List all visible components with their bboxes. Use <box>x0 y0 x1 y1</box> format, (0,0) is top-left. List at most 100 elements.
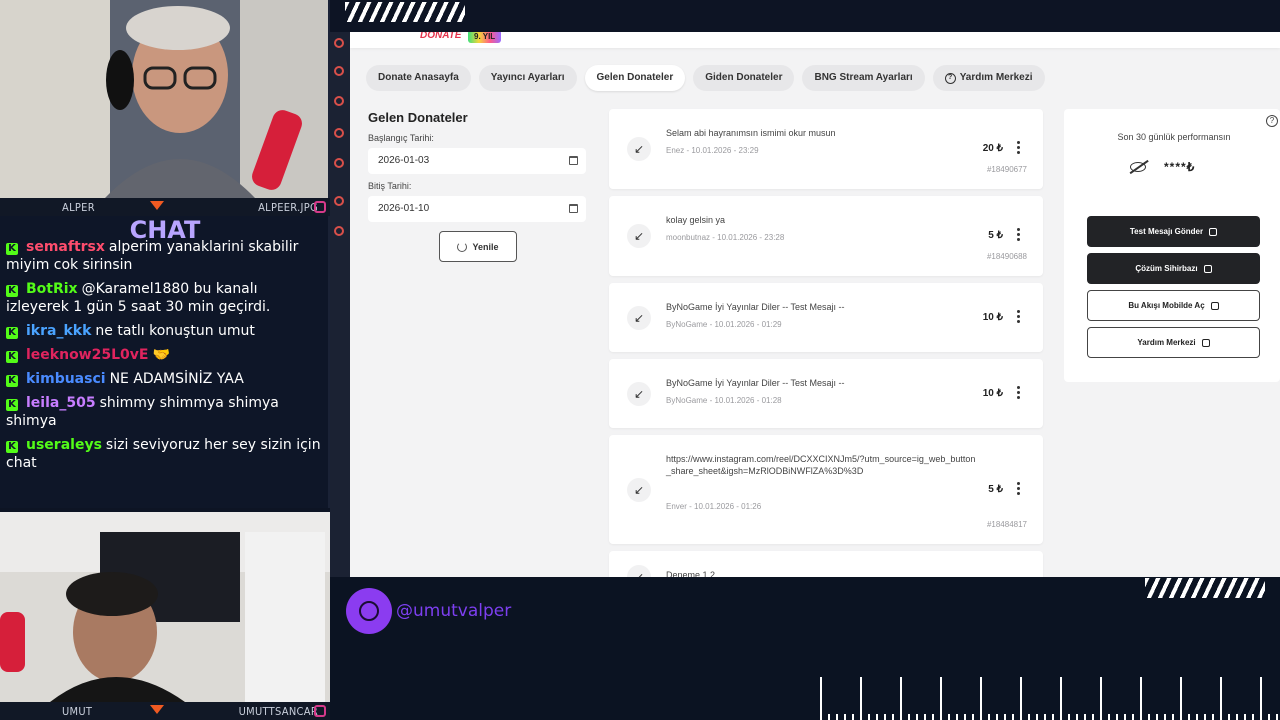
chat-username: leila_505 <box>26 395 96 411</box>
eye-off-icon[interactable] <box>1130 162 1146 172</box>
button-label: Çözüm Sihirbazı <box>1135 264 1198 273</box>
ruler-tick <box>1116 714 1118 720</box>
chat-message: Ksemaftrsx alperim yanaklarini skabilir m… <box>6 238 324 274</box>
end-date-value: 2026-01-10 <box>378 203 430 214</box>
donation-card[interactable]: ↙ https://www.instagram.com/reel/DCXXCIXN… <box>609 435 1043 544</box>
donation-message: Deneme 1 2 <box>666 570 716 577</box>
ruler-tick <box>1052 714 1054 720</box>
more-vertical-icon[interactable] <box>1017 385 1021 401</box>
more-vertical-icon[interactable] <box>1017 228 1021 243</box>
streamer-photo-bottom <box>0 512 330 702</box>
stripes-decoration <box>345 2 465 22</box>
test-mesaj-g-nder-button[interactable]: Test Mesajı Gönder <box>1087 216 1260 247</box>
kick-badge-icon: K <box>6 243 18 255</box>
cam-top-right-name: ALPEER.JPG <box>258 200 318 214</box>
start-date-input[interactable]: 2026-01-03 <box>368 148 586 174</box>
social-handle: @umutvalper <box>396 601 512 621</box>
ruler-tick <box>956 714 958 720</box>
ruler-tick <box>820 677 822 720</box>
year-badge: 9. YIL <box>468 32 502 43</box>
chat-text: ne tatlı konuştun umut <box>95 323 255 339</box>
chat-messages: Ksemaftrsx alperim yanaklarini skabilir m… <box>6 238 324 478</box>
donation-card[interactable]: ↙ Deneme 1 2 <box>609 551 1043 577</box>
sidebar-icon[interactable] <box>334 226 344 236</box>
ruler-tick <box>1020 677 1022 720</box>
donation-message: kolay gelsin ya <box>666 215 726 225</box>
sidebar-icon[interactable] <box>334 158 344 168</box>
incoming-arrow-icon: ↙ <box>627 381 651 406</box>
ruler-tick <box>1220 677 1222 720</box>
site-logo[interactable]: DONATE <box>420 32 461 41</box>
donation-card[interactable]: ↙ kolay gelsin ya moonbutnaz - 10.01.2026 … <box>609 196 1043 276</box>
ruler-tick <box>868 714 870 720</box>
send-icon <box>1209 227 1218 236</box>
incoming-arrow-icon: ↙ <box>627 305 651 330</box>
help-icon[interactable]: ? <box>1266 115 1278 127</box>
calendar-icon[interactable] <box>569 156 578 165</box>
browser-sidebar-strip <box>330 32 350 577</box>
sidebar-icon[interactable] <box>334 96 344 106</box>
ruler-tick <box>1148 714 1150 720</box>
donation-card[interactable]: ↙ ByNoGame İyi Yayınlar Diler -- Test Mes… <box>609 283 1043 352</box>
end-date-input[interactable]: 2026-01-10 <box>368 196 586 222</box>
chat-text: 🤝 <box>152 347 170 363</box>
start-date-value: 2026-01-03 <box>378 155 430 166</box>
chat-message: Kleeknow25L0vE 🤝 <box>6 346 324 364</box>
ruler-tick <box>1196 714 1198 720</box>
sidebar-icon[interactable] <box>334 38 344 48</box>
filter-panel: Gelen Donateler Başlangıç Tarihi: 2026-0… <box>368 110 588 262</box>
chat-username: kimbuasci <box>26 371 106 387</box>
tab-bng-stream-ayarlar-[interactable]: BNG Stream Ayarları <box>802 65 925 91</box>
donation-id: #18490688 <box>986 252 1027 261</box>
chat-username: semaftrsx <box>26 239 105 255</box>
ruler-tick <box>996 714 998 720</box>
ruler-tick <box>1100 677 1102 720</box>
more-vertical-icon[interactable] <box>1017 481 1021 497</box>
tab-giden-donateler[interactable]: Giden Donateler <box>693 65 795 91</box>
button-label: Yardım Merkezi <box>1137 338 1196 347</box>
tab-gelen-donateler[interactable]: Gelen Donateler <box>584 65 686 91</box>
kick-badge-icon: K <box>6 375 18 387</box>
donation-card[interactable]: ↙ ByNoGame İyi Yayınlar Diler -- Test Mes… <box>609 359 1043 428</box>
ruler-tick <box>988 714 990 720</box>
chat-message: Kleila_505 shimmy shimmya shimya shimya <box>6 394 324 430</box>
ruler-tick <box>1068 714 1070 720</box>
yard-m-merkezi-button[interactable]: Yardım Merkezi <box>1087 327 1260 358</box>
chat-username: BotRix <box>26 281 78 297</box>
donation-card[interactable]: ↙ Selam abi hayranımsın ismimi okur musun… <box>609 109 1043 189</box>
donation-amount: 10 ₺ <box>982 387 1003 399</box>
ruler-tick <box>1156 714 1158 720</box>
ruler-tick <box>1276 714 1278 720</box>
sidebar-icon[interactable] <box>334 196 344 206</box>
-z-m-sihirbaz--button[interactable]: Çözüm Sihirbazı <box>1087 253 1260 284</box>
ruler-tick <box>1244 714 1246 720</box>
sidebar-icon[interactable] <box>334 66 344 76</box>
ruler-tick <box>940 677 942 720</box>
tab-donate-anasayfa[interactable]: Donate Anasayfa <box>366 65 471 91</box>
more-vertical-icon[interactable] <box>1017 309 1021 325</box>
phone-icon <box>1210 301 1219 310</box>
chat-message: Kuseraleys sizi seviyoruz her sey sizin i… <box>6 436 324 472</box>
donation-meta: ByNoGame - 10.01.2026 - 01:28 <box>666 396 782 405</box>
calendar-icon[interactable] <box>569 204 578 213</box>
donation-meta: ByNoGame - 10.01.2026 - 01:29 <box>666 320 782 329</box>
ruler-tick <box>1268 714 1270 720</box>
donation-amount: 5 ₺ <box>988 230 1003 241</box>
tab-label: Yardım Merkezi <box>959 72 1033 83</box>
button-label: Test Mesajı Gönder <box>1129 227 1204 236</box>
globe-icon <box>346 588 392 634</box>
bu-ak-mobilde-a--button[interactable]: Bu Akışı Mobilde Aç <box>1087 290 1260 321</box>
webcam-top <box>0 0 330 198</box>
button-label: Bu Akışı Mobilde Aç <box>1128 301 1205 310</box>
more-vertical-icon[interactable] <box>1017 141 1021 156</box>
ruler-tick <box>1140 677 1142 720</box>
performance-panel: ? Son 30 günlük performansın ****₺ Test … <box>1064 109 1280 382</box>
sidebar-icon[interactable] <box>334 128 344 138</box>
ruler-tick <box>932 714 934 720</box>
kick-badge-icon: K <box>6 399 18 411</box>
tab-yard-m-merkezi[interactable]: ? Yardım Merkezi <box>932 65 1045 91</box>
refresh-button[interactable]: Yenile <box>439 231 517 262</box>
ruler-tick <box>1252 714 1254 720</box>
chat-username: useraleys <box>26 437 102 453</box>
tab-yay-nc-ayarlar-[interactable]: Yayıncı Ayarları <box>478 65 577 91</box>
